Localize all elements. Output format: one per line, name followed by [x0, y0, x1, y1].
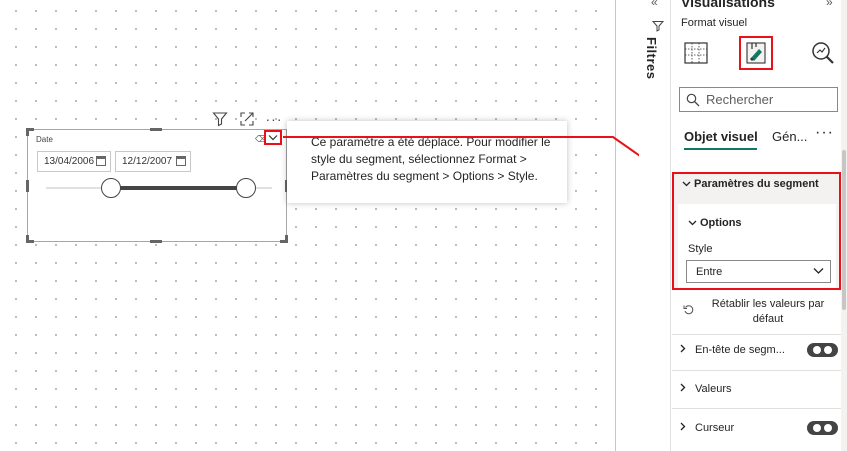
chevron-right-icon	[680, 422, 692, 434]
filter-icon[interactable]	[211, 110, 229, 128]
date-slicer[interactable]: Date ⌫ 13/04/2006 12/12/2007	[27, 129, 287, 242]
slider-start-handle[interactable]	[101, 178, 121, 198]
collapse-icon[interactable]: «	[651, 0, 658, 9]
search-icon	[686, 93, 700, 107]
accordion-slicer-header[interactable]: En-tête de segm...	[680, 344, 785, 356]
setting-moved-tooltip: Ce paramètre a été déplacé. Pour modifie…	[287, 121, 567, 203]
start-date-input[interactable]: 13/04/2006	[37, 151, 111, 172]
build-visual-button[interactable]	[679, 36, 713, 70]
table-grid-icon	[684, 42, 708, 64]
tooltip-text: Ce paramètre a été déplacé. Pour modifie…	[311, 135, 551, 183]
resize-handle[interactable]	[26, 128, 29, 136]
end-date-value: 12/12/2007	[122, 156, 173, 167]
filter-pane-icon[interactable]	[652, 20, 664, 32]
focus-mode-icon[interactable]	[238, 110, 256, 128]
slider-end-handle[interactable]	[236, 178, 256, 198]
accordion-label: Valeurs	[695, 383, 732, 395]
search-input[interactable]: Rechercher	[679, 87, 838, 112]
slicer-header-toggle[interactable]	[807, 343, 838, 357]
resize-handle[interactable]	[150, 128, 162, 131]
canvas-border	[615, 0, 616, 451]
analytics-button[interactable]	[806, 36, 840, 70]
format-visual-label: Format visuel	[681, 17, 748, 29]
calendar-icon	[96, 156, 106, 166]
resize-handle[interactable]	[26, 235, 29, 243]
reset-icon[interactable]	[683, 304, 694, 315]
divider	[672, 370, 841, 371]
reset-defaults-link[interactable]: Rétablir les valeurs par défaut	[700, 297, 836, 327]
resize-handle[interactable]	[26, 180, 29, 192]
filters-label[interactable]: Filtres	[644, 37, 659, 80]
slicer-settings-chevron-button[interactable]	[264, 130, 282, 145]
divider	[672, 408, 841, 409]
accordion-values[interactable]: Valeurs	[680, 383, 731, 395]
slider-range	[110, 186, 246, 190]
format-visual-button[interactable]	[739, 36, 773, 70]
chevron-right-icon	[680, 344, 692, 356]
expand-icon[interactable]: »	[826, 0, 833, 9]
accordion-label: Curseur	[695, 422, 735, 434]
magnifier-chart-icon	[812, 42, 834, 64]
search-placeholder: Rechercher	[706, 92, 774, 107]
calendar-icon	[176, 156, 186, 166]
slicer-title: Date	[36, 135, 53, 144]
tab-general[interactable]: Gén...	[772, 129, 807, 144]
paint-brush-icon	[746, 42, 766, 64]
resize-handle[interactable]	[150, 240, 162, 243]
scrollbar-thumb[interactable]	[842, 150, 846, 310]
chevron-down-icon	[268, 135, 278, 141]
resize-handle[interactable]	[285, 235, 288, 243]
more-tabs-icon[interactable]: ···	[815, 124, 834, 142]
start-date-value: 13/04/2006	[44, 156, 95, 167]
end-date-input[interactable]: 12/12/2007	[115, 151, 191, 172]
accordion-label: En-tête de segm...	[695, 344, 785, 356]
slider-toggle[interactable]	[807, 421, 838, 435]
chevron-right-icon	[680, 383, 692, 395]
accordion-slider[interactable]: Curseur	[680, 422, 734, 434]
more-options-icon[interactable]: ···	[264, 110, 284, 128]
pane-title: Visualisations	[681, 0, 775, 10]
active-tab-indicator	[684, 148, 757, 150]
tab-visual[interactable]: Objet visuel	[684, 129, 758, 144]
highlight-box	[672, 172, 841, 290]
divider	[672, 334, 841, 335]
